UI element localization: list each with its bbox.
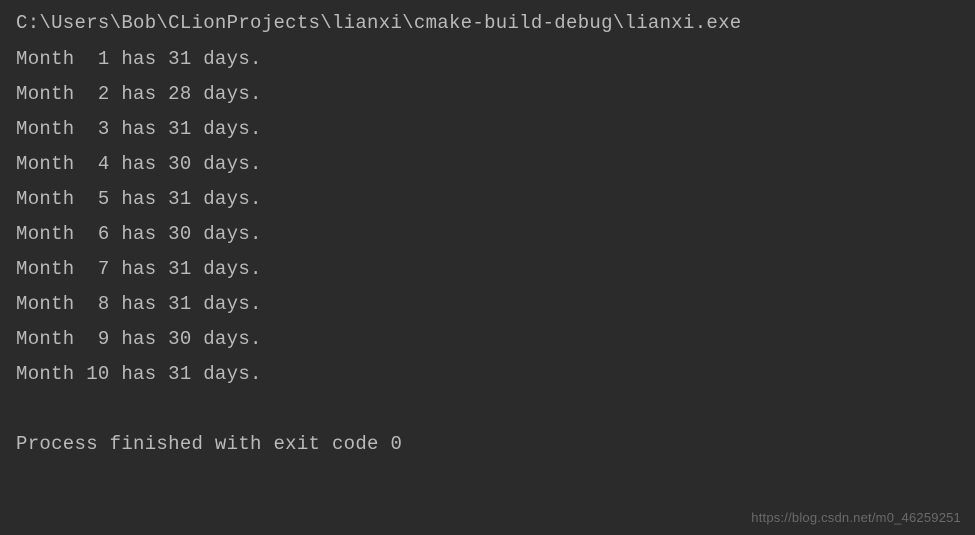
output-line: Month 10 has 31 days. bbox=[16, 357, 959, 392]
output-line: Month 8 has 31 days. bbox=[16, 287, 959, 322]
output-line: Month 1 has 31 days. bbox=[16, 42, 959, 77]
output-line: Month 2 has 28 days. bbox=[16, 77, 959, 112]
command-path: C:\Users\Bob\CLionProjects\lianxi\cmake-… bbox=[16, 8, 959, 38]
output-line: Month 7 has 31 days. bbox=[16, 252, 959, 287]
output-line: Month 6 has 30 days. bbox=[16, 217, 959, 252]
output-line: Month 9 has 30 days. bbox=[16, 322, 959, 357]
output-line: Month 4 has 30 days. bbox=[16, 147, 959, 182]
exit-code-message: Process finished with exit code 0 bbox=[16, 427, 959, 462]
blank-line bbox=[16, 392, 959, 427]
watermark-text: https://blog.csdn.net/m0_46259251 bbox=[751, 510, 961, 525]
output-line: Month 5 has 31 days. bbox=[16, 182, 959, 217]
output-line: Month 3 has 31 days. bbox=[16, 112, 959, 147]
